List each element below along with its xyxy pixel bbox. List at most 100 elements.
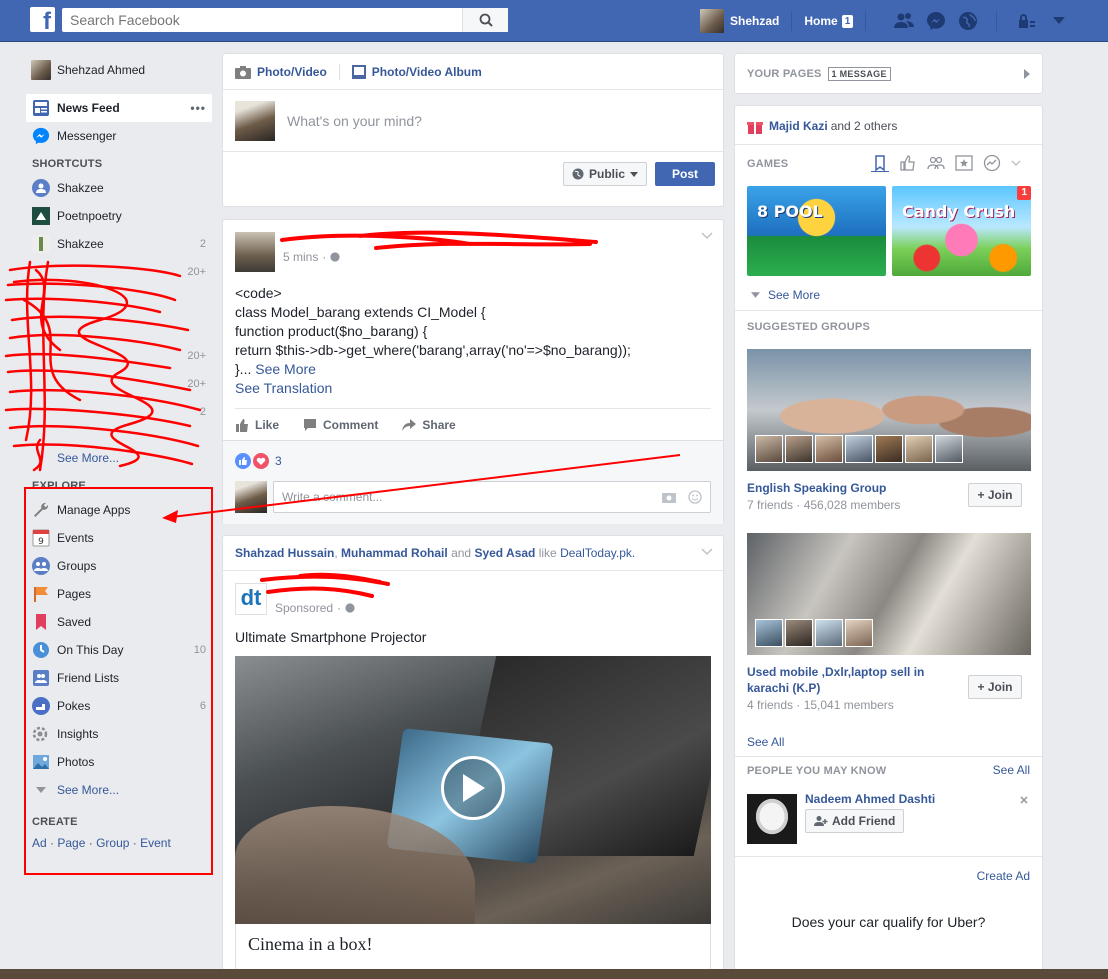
tab-photo-video[interactable]: Photo/Video xyxy=(235,65,327,79)
tab-photo-album[interactable]: Photo/Video Album xyxy=(351,64,482,79)
shortcut-item[interactable] xyxy=(26,426,212,450)
comment-input[interactable]: Write a comment... xyxy=(273,481,711,513)
friend-link[interactable]: Shahzad Hussain xyxy=(235,546,334,560)
search-icon xyxy=(479,13,493,27)
like-button[interactable]: Like xyxy=(235,418,279,432)
feed-post: 5 mins · <code> class Model_barang exten… xyxy=(222,219,724,524)
page-link[interactable]: DealToday.pk. xyxy=(560,546,635,560)
game-tile-candy-crush[interactable]: Candy Crush 1 xyxy=(892,186,1031,276)
dealtoday-logo[interactable]: dt xyxy=(235,583,267,615)
reaction-summary[interactable]: 3 xyxy=(223,441,723,469)
shortcuts-see-more[interactable]: See More... xyxy=(26,450,212,466)
shortcut-count: 2 xyxy=(199,238,206,250)
share-button[interactable]: Share xyxy=(402,418,456,432)
emoji-icon[interactable] xyxy=(688,490,702,504)
shortcut-item[interactable]: 20+ xyxy=(26,370,212,398)
shortcut-count: 20+ xyxy=(187,266,206,278)
sponsored-label: Sponsored · xyxy=(275,601,355,615)
globe-notifications-icon[interactable] xyxy=(958,11,978,31)
friend-link[interactable]: Syed Asad xyxy=(474,546,535,560)
comment-button[interactable]: Comment xyxy=(303,418,378,432)
group-cover-image[interactable] xyxy=(747,533,1031,655)
sponsored-text: Sponsored xyxy=(275,601,334,615)
chevron-down-icon xyxy=(751,292,760,298)
post-options-chevron-icon[interactable] xyxy=(701,232,713,240)
shortcut-item[interactable]: Poetnpoetry xyxy=(26,202,212,230)
member-avatar xyxy=(875,435,903,463)
globe-icon xyxy=(345,603,355,613)
avatar[interactable] xyxy=(235,232,275,272)
messenger-label: Messenger xyxy=(57,129,117,143)
shortcut-item[interactable]: Shakzee 2 xyxy=(26,230,212,258)
play-button[interactable] xyxy=(441,756,505,820)
chevron-down-icon[interactable] xyxy=(1011,160,1021,166)
shortcut-item[interactable]: Shakzee xyxy=(26,174,212,202)
friend-others[interactable]: and 2 others xyxy=(831,119,898,133)
post-options-chevron-icon[interactable] xyxy=(701,548,713,556)
ad-headline[interactable]: Does your car qualify for Uber? xyxy=(735,914,1042,930)
star-tab-icon[interactable] xyxy=(955,154,973,172)
friends-tab-icon[interactable] xyxy=(927,154,945,172)
sidebar-item-messenger[interactable]: Messenger xyxy=(26,122,212,150)
privacy-lock-icon[interactable] xyxy=(1017,11,1037,31)
shortcut-item[interactable] xyxy=(26,314,212,342)
search-button[interactable] xyxy=(462,8,508,32)
group-name[interactable]: English Speaking Group xyxy=(747,480,900,496)
trending-tab-icon[interactable] xyxy=(983,154,1001,172)
shortcut-item[interactable]: 20+ xyxy=(26,258,212,286)
games-see-more[interactable]: See More xyxy=(751,288,820,302)
birthday-row[interactable]: Majid Kazi and 2 others xyxy=(747,118,897,134)
member-avatar xyxy=(755,619,783,647)
games-tabs xyxy=(871,154,1021,172)
game-tile-8-ball-pool[interactable]: 8 POOL xyxy=(747,186,886,276)
add-friend-button[interactable]: Add Friend xyxy=(805,809,905,833)
topbar-right: Shehzad Home 1 xyxy=(700,0,1069,42)
story-like: like xyxy=(538,546,557,560)
camera-icon[interactable] xyxy=(662,491,676,503)
see-more-link[interactable]: See More xyxy=(768,288,820,302)
friend-link[interactable]: Muhammad Rohail xyxy=(341,546,448,560)
messenger-icon xyxy=(31,126,51,146)
person-avatar[interactable] xyxy=(747,794,797,844)
friend-requests-icon[interactable] xyxy=(894,11,915,31)
join-group-button[interactable]: + Join xyxy=(968,483,1022,507)
see-more-link[interactable]: See More xyxy=(255,361,316,377)
see-translation-link[interactable]: See Translation xyxy=(235,380,332,396)
shortcut-item[interactable]: 2 xyxy=(26,398,212,426)
search-input[interactable] xyxy=(62,8,462,32)
close-icon[interactable] xyxy=(1020,796,1028,804)
create-ad-link[interactable]: Create Ad xyxy=(977,869,1030,883)
account-menu-icon[interactable] xyxy=(1049,11,1069,31)
group-cover-image[interactable] xyxy=(747,349,1031,471)
messenger-icon[interactable] xyxy=(926,11,946,31)
home-link[interactable]: Home 1 xyxy=(792,11,867,31)
join-group-button[interactable]: + Join xyxy=(968,675,1022,699)
composer-tabs: Photo/Video Photo/Video Album xyxy=(223,54,723,90)
more-options-icon[interactable]: ••• xyxy=(190,101,212,115)
sidebar-item-news-feed[interactable]: News Feed ••• xyxy=(26,94,212,122)
post-button[interactable]: Post xyxy=(655,162,715,186)
person-name-link[interactable]: Nadeem Ahmed Dashti xyxy=(805,792,935,806)
bookmark-tab-icon[interactable] xyxy=(871,154,889,172)
composer-placeholder[interactable]: What's on your mind? xyxy=(287,113,422,129)
shortcut-item[interactable]: 20+ xyxy=(26,342,212,370)
profile-link[interactable]: Shehzad xyxy=(700,9,793,33)
privacy-selector[interactable]: Public xyxy=(562,162,647,186)
group-meta: 4 friends · 15,041 members xyxy=(747,698,894,712)
add-friend-label: Add Friend xyxy=(832,814,896,828)
friend-name-link[interactable]: Majid Kazi xyxy=(769,119,828,133)
your-pages-card[interactable]: YOUR PAGES 1 MESSAGE xyxy=(734,53,1043,94)
divider xyxy=(735,756,1042,757)
news-feed-label: News Feed xyxy=(57,101,120,115)
shortcut-item[interactable] xyxy=(26,286,212,314)
see-more-link[interactable]: See More... xyxy=(57,451,119,465)
post-timestamp[interactable]: 5 mins · xyxy=(283,250,340,264)
group-name[interactable]: Used mobile ,Dxlr,laptop sell in karachi… xyxy=(747,664,957,696)
see-all-groups-link[interactable]: See All xyxy=(747,735,784,749)
composer-body[interactable]: What's on your mind? xyxy=(223,90,723,152)
thumbs-up-tab-icon[interactable] xyxy=(899,154,917,172)
facebook-logo-icon[interactable]: f xyxy=(30,7,55,32)
profile-nav-item[interactable]: Shehzad Ahmed xyxy=(26,56,212,84)
pymk-see-all-link[interactable]: See All xyxy=(993,763,1030,777)
video-player[interactable] xyxy=(235,656,711,924)
